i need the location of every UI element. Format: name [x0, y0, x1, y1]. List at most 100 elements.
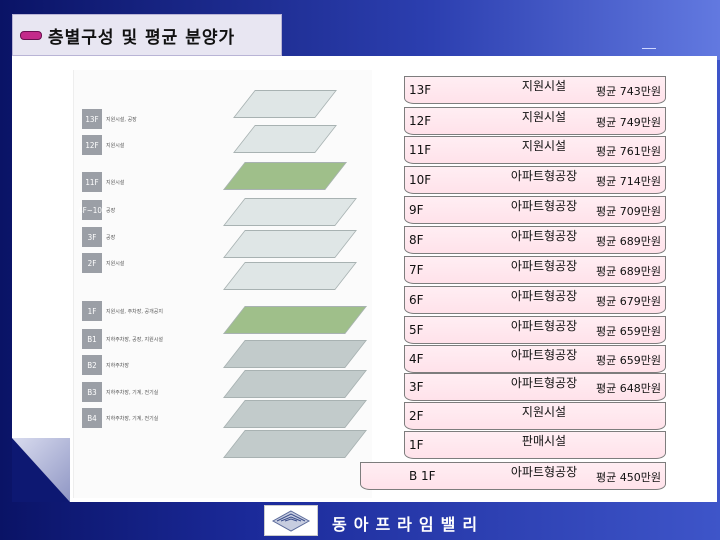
floor-row: 1F 판매시설 — [404, 431, 666, 459]
floor-row: 13F 지원시설 평균 743만원 — [404, 76, 666, 104]
floor-use: 지원시설 — [521, 79, 567, 93]
floor-desc: 지원시설 — [106, 260, 125, 267]
floor-row: 11F 지원시설 평균 761만원 — [404, 136, 666, 164]
floor-slab — [223, 262, 357, 290]
floor-label: 12F 지원시설 — [82, 134, 124, 156]
floor-slab — [223, 430, 367, 458]
floor-row: 12F 지원시설 평균 749만원 — [404, 107, 666, 135]
floor-number: 2F — [409, 409, 424, 423]
floor-desc: 지하주차장, 기계, 전기실 — [106, 389, 159, 396]
floor-price: 평균 743만원 — [596, 85, 661, 98]
floor-row: 9F 아파트형공장 평균 709만원 — [404, 196, 666, 224]
floor-desc: 공장 — [106, 207, 116, 214]
floor-use: 지원시설 — [521, 110, 567, 124]
building-illustration: 13F 지원시설, 공장 12F 지원시설 11F 지원시설 4F~10F 공장… — [73, 70, 372, 498]
floor-desc: 공장 — [106, 234, 116, 241]
floor-slab — [233, 125, 337, 153]
floor-label: 3F 공장 — [82, 226, 115, 248]
floor-use: 아파트형공장 — [510, 289, 578, 303]
floor-row: 2F 지원시설 — [404, 402, 666, 430]
floor-use: 아파트형공장 — [510, 348, 578, 362]
floor-code: B1 — [82, 329, 102, 349]
floor-row: 3F 아파트형공장 평균 648만원 — [404, 373, 666, 401]
floor-use: 아파트형공장 — [510, 376, 578, 390]
floor-slab — [233, 90, 337, 118]
floor-row: 7F 아파트형공장 평균 689만원 — [404, 256, 666, 284]
floor-use: 지원시설 — [521, 139, 567, 153]
floor-desc: 지하주차장 — [106, 362, 130, 369]
floor-slab — [223, 306, 367, 334]
floor-use: 지원시설 — [521, 405, 567, 419]
floor-row: 5F 아파트형공장 평균 659만원 — [404, 316, 666, 344]
floor-number: 10F — [409, 173, 432, 187]
floor-price: 평균 689만원 — [596, 265, 661, 278]
floor-code: B2 — [82, 355, 102, 375]
floor-row: 10F 아파트형공장 평균 714만원 — [404, 166, 666, 194]
floor-code: 3F — [82, 227, 102, 247]
floor-desc: 지하주차장, 기계, 전기실 — [106, 415, 159, 422]
floor-label: 11F 지원시설 — [82, 171, 124, 193]
floor-row: B 1F 아파트형공장 평균 450만원 — [360, 462, 666, 490]
floor-code: 1F — [82, 301, 102, 321]
floor-number: 5F — [409, 323, 424, 337]
floor-row: 8F 아파트형공장 평균 689만원 — [404, 226, 666, 254]
floor-code: B4 — [82, 408, 102, 428]
floor-price: 평균 714만원 — [596, 175, 661, 188]
floor-use: 아파트형공장 — [510, 169, 578, 183]
floor-desc: 지원시설 — [106, 142, 125, 149]
floor-number: 8F — [409, 233, 424, 247]
floor-code: B3 — [82, 382, 102, 402]
floor-use: 아파트형공장 — [510, 319, 578, 333]
floor-use: 판매시설 — [521, 434, 567, 448]
floor-number: 12F — [409, 114, 432, 128]
floor-code: 12F — [82, 135, 102, 155]
floor-price: 평균 659만원 — [596, 325, 661, 338]
floor-use: 아파트형공장 — [510, 465, 578, 479]
floor-number: 1F — [409, 438, 424, 452]
floor-number: 13F — [409, 83, 432, 97]
floor-label: B1 지하주차장, 공장, 지원시설 — [82, 328, 163, 350]
floor-label: 13F 지원시설, 공장 — [82, 108, 137, 130]
floor-number: 3F — [409, 380, 424, 394]
floor-label: 2F 지원시설 — [82, 252, 124, 274]
floor-slab — [223, 370, 367, 398]
floor-price: 평균 450만원 — [596, 471, 661, 484]
floor-price: 평균 709만원 — [596, 205, 661, 218]
floor-label: B3 지하주차장, 기계, 전기실 — [82, 381, 158, 403]
floor-number: B 1F — [409, 469, 436, 483]
floor-price: 평균 689만원 — [596, 235, 661, 248]
floor-desc: 지하주차장, 공장, 지원시설 — [106, 336, 163, 343]
floor-label: B2 지하주차장 — [82, 354, 129, 376]
floor-slab — [223, 162, 347, 190]
floor-slab — [223, 230, 357, 258]
floor-code: 2F — [82, 253, 102, 273]
company-name: 동아프라임밸리 — [332, 515, 485, 534]
bullet-icon — [20, 30, 42, 40]
floor-number: 6F — [409, 293, 424, 307]
floor-number: 11F — [409, 143, 432, 157]
floor-slab — [223, 400, 367, 428]
floor-price: 평균 679만원 — [596, 295, 661, 308]
title-box: 층별구성 및 평균 분양가 — [12, 14, 282, 56]
company-logo — [264, 505, 318, 536]
floor-desc: 지원시설, 주차장, 공개공지 — [106, 308, 163, 315]
floor-price: 평균 648만원 — [596, 382, 661, 395]
floor-label: B4 지하주차장, 기계, 전기실 — [82, 407, 158, 429]
floor-price: 평균 749만원 — [596, 116, 661, 129]
page-title: 층별구성 및 평균 분양가 — [48, 27, 236, 48]
floor-desc: 지원시설, 공장 — [106, 116, 137, 123]
floor-price: 평균 659만원 — [596, 354, 661, 367]
floor-slab — [223, 198, 357, 226]
floor-use: 아파트형공장 — [510, 259, 578, 273]
floor-label: 4F~10F 공장 — [78, 199, 116, 221]
floor-price: 평균 761만원 — [596, 145, 661, 158]
floor-slab — [223, 340, 367, 368]
floor-use: 아파트형공장 — [510, 199, 578, 213]
floor-code: 11F — [82, 172, 102, 192]
floor-code: 4F~10F — [78, 200, 106, 220]
floor-use: 아파트형공장 — [510, 229, 578, 243]
floor-code: 13F — [82, 109, 102, 129]
floor-number: 9F — [409, 203, 424, 217]
logo-icon — [271, 509, 311, 532]
floor-label: 1F 지원시설, 주차장, 공개공지 — [82, 300, 163, 322]
